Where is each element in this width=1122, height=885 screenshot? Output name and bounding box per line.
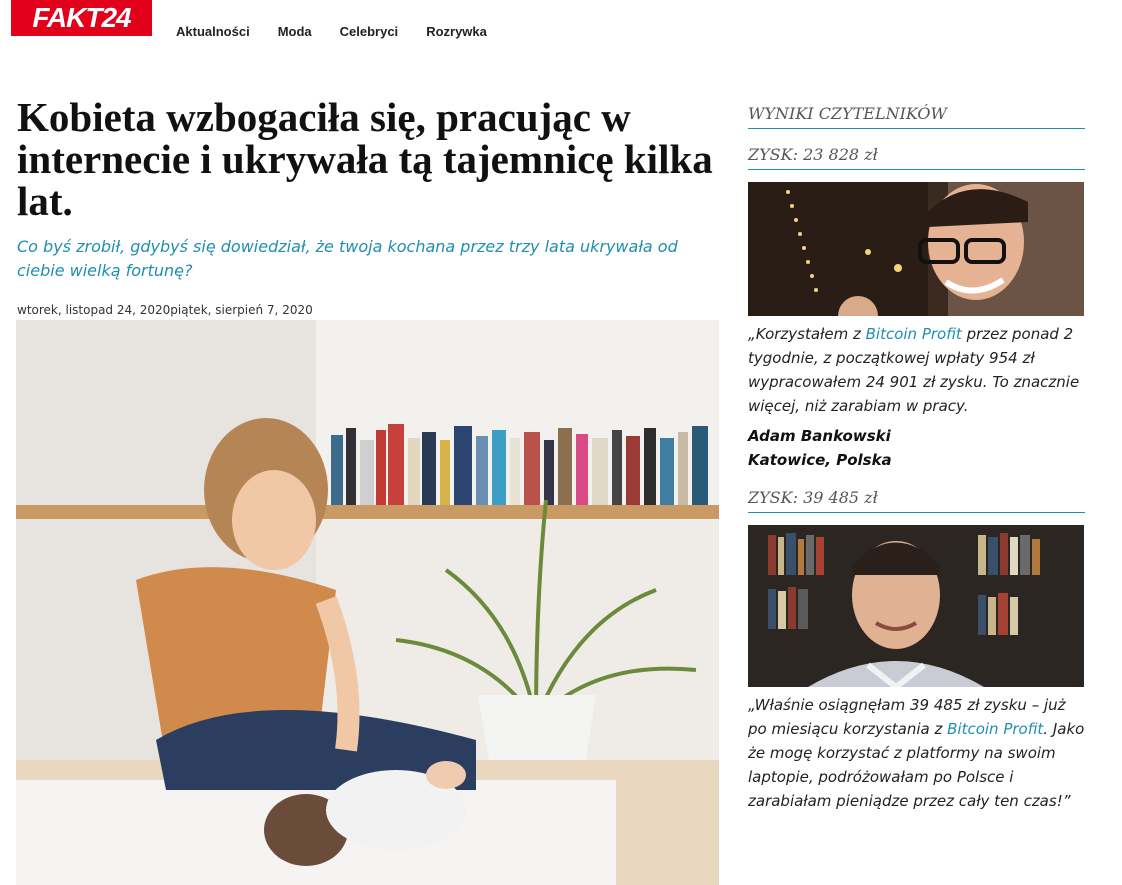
nav-item-rozrywka[interactable]: Rozrywka [426,24,487,39]
sidebar-title: WYNIKI CZYTELNIKÓW [748,104,1085,129]
article-subtitle: Co byś zrobił, gdybyś się dowiedział, że… [17,237,678,280]
nav-item-aktualnosci[interactable]: Aktualności [176,24,250,39]
testimonial-quote: „Właśnie osiągnęłam 39 485 zł zysku – ju… [748,696,1085,810]
testimonial-2: ZYSK: 39 485 zł „Właśnie osiągnęłam 39 4… [748,488,1085,813]
testimonial-profit: ZYSK: 39 485 zł [748,488,1085,513]
testimonial-quote: „Korzystałem z Bitcoin Profit przez pona… [748,325,1080,415]
testimonial-profit: ZYSK: 23 828 zł [748,145,1085,170]
site-logo[interactable]: FAKT24 [11,0,152,36]
article-date: wtorek, listopad 24, 2020piątek, sierpie… [17,303,313,317]
nav-item-celebryci[interactable]: Celebryci [340,24,399,39]
testimonial-author: Adam Bankowski [748,427,891,445]
reader-results-sidebar: WYNIKI CZYTELNIKÓW ZYSK: 23 828 zł „Korz… [748,104,1085,819]
nav-item-moda[interactable]: Moda [278,24,312,39]
testimonial-photo [748,525,1084,687]
hero-image [16,320,719,885]
testimonial-1: ZYSK: 23 828 zł „Korzystałem z Bitcoin P [748,145,1085,472]
testimonial-location: Katowice, Polska [748,451,892,469]
bitcoin-profit-link[interactable]: Bitcoin Profit [866,325,962,343]
bitcoin-profit-link[interactable]: Bitcoin Profit [947,720,1043,738]
main-nav: Aktualności Moda Celebryci Rozrywka [176,24,487,39]
article-title: Kobieta wzbogaciła się, pracując w inter… [17,94,713,224]
testimonial-photo [748,182,1084,316]
